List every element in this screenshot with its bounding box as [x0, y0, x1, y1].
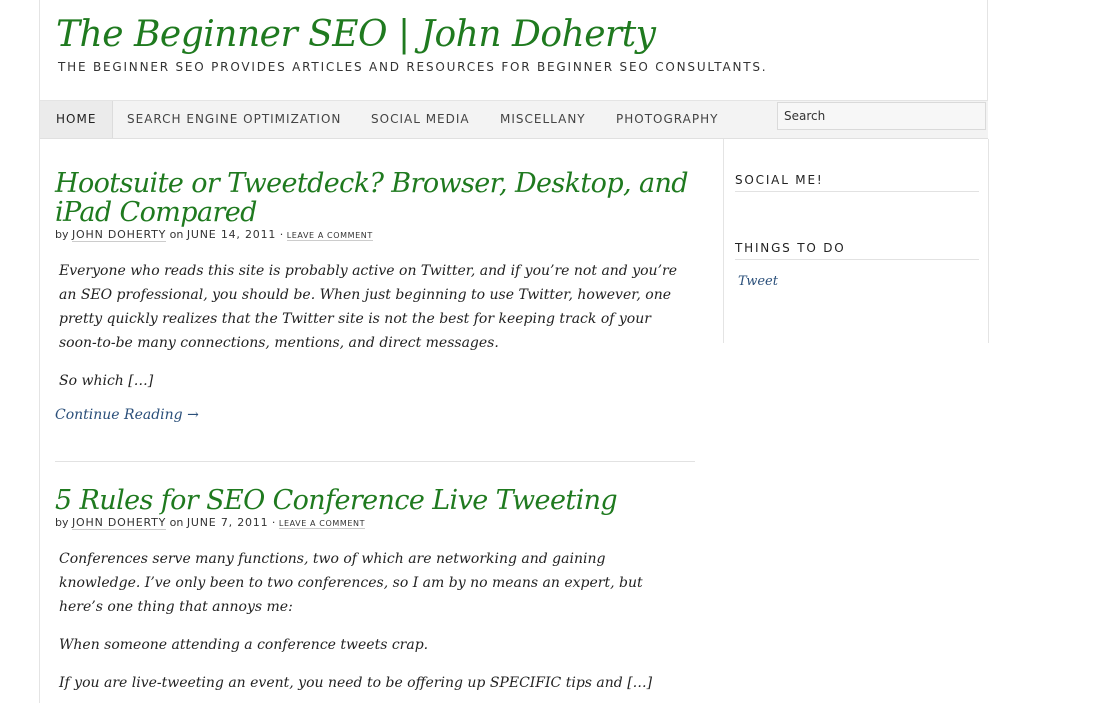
- post-excerpt: Everyone who reads this site is probably…: [55, 259, 687, 393]
- site-header: The Beginner SEO | John Doherty THE BEGI…: [40, 0, 988, 101]
- author-link[interactable]: JOHN DOHERTY: [72, 228, 167, 242]
- byline-separator: ·: [271, 516, 276, 529]
- nav-item-photography[interactable]: PHOTOGRAPHY: [600, 101, 734, 138]
- byline-by: by: [55, 228, 69, 241]
- post-excerpt: Conferences serve many functions, two of…: [55, 547, 687, 695]
- byline-on: on: [169, 516, 184, 529]
- site-title[interactable]: The Beginner SEO | John Doherty: [56, 14, 656, 55]
- sidebar: SOCIAL ME! THINGS TO DO Tweet: [723, 139, 989, 343]
- post-date: JUNE 7, 2011: [186, 516, 269, 529]
- post-byline: by JOHN DOHERTY on JUNE 7, 2011 · LEAVE …: [55, 516, 695, 530]
- post-item: Hootsuite or Tweetdeck? Browser, Desktop…: [55, 169, 695, 423]
- post-paragraph: Conferences serve many functions, two of…: [59, 551, 643, 615]
- nav-item-social-media[interactable]: SOCIAL MEDIA: [355, 101, 486, 138]
- post-paragraph: If you are live-tweeting an event, you n…: [59, 675, 653, 691]
- nav-item-miscellany[interactable]: MISCELLANY: [484, 101, 602, 138]
- byline-separator: ·: [279, 228, 284, 241]
- byline-by: by: [55, 516, 69, 529]
- post-byline: by JOHN DOHERTY on JUNE 14, 2011 · LEAVE…: [55, 228, 695, 242]
- leave-comment-link[interactable]: LEAVE A COMMENT: [278, 519, 366, 529]
- nav-item-search-engine-optimization[interactable]: SEARCH ENGINE OPTIMIZATION: [111, 101, 357, 138]
- main-nav: HOME SEARCH ENGINE OPTIMIZATION SOCIAL M…: [40, 101, 988, 139]
- continue-reading-link[interactable]: Continue Reading →: [55, 407, 695, 423]
- post-divider: [55, 461, 695, 462]
- nav-item-home[interactable]: HOME: [40, 101, 114, 138]
- leave-comment-link[interactable]: LEAVE A COMMENT: [286, 231, 373, 241]
- site-tagline: THE BEGINNER SEO PROVIDES ARTICLES AND R…: [58, 60, 768, 74]
- author-link[interactable]: JOHN DOHERTY: [72, 516, 167, 530]
- post-title[interactable]: Hootsuite or Tweetdeck? Browser, Desktop…: [55, 169, 695, 227]
- tweet-link[interactable]: Tweet: [738, 274, 778, 289]
- page-wrapper: The Beginner SEO | John Doherty THE BEGI…: [39, 0, 989, 703]
- search-input[interactable]: [777, 102, 986, 130]
- widget-title-social: SOCIAL ME!: [735, 173, 979, 192]
- main-content: Hootsuite or Tweetdeck? Browser, Desktop…: [40, 139, 723, 703]
- post-date: JUNE 14, 2011: [186, 228, 277, 241]
- post-item: 5 Rules for SEO Conference Live Tweeting…: [55, 486, 695, 709]
- byline-on: on: [169, 228, 184, 241]
- post-title[interactable]: 5 Rules for SEO Conference Live Tweeting: [55, 486, 695, 515]
- post-paragraph: So which […]: [59, 373, 154, 389]
- post-paragraph: When someone attending a conference twee…: [59, 637, 429, 653]
- post-paragraph: Everyone who reads this site is probably…: [59, 263, 677, 351]
- widget-title-things-to-do: THINGS TO DO: [735, 241, 979, 260]
